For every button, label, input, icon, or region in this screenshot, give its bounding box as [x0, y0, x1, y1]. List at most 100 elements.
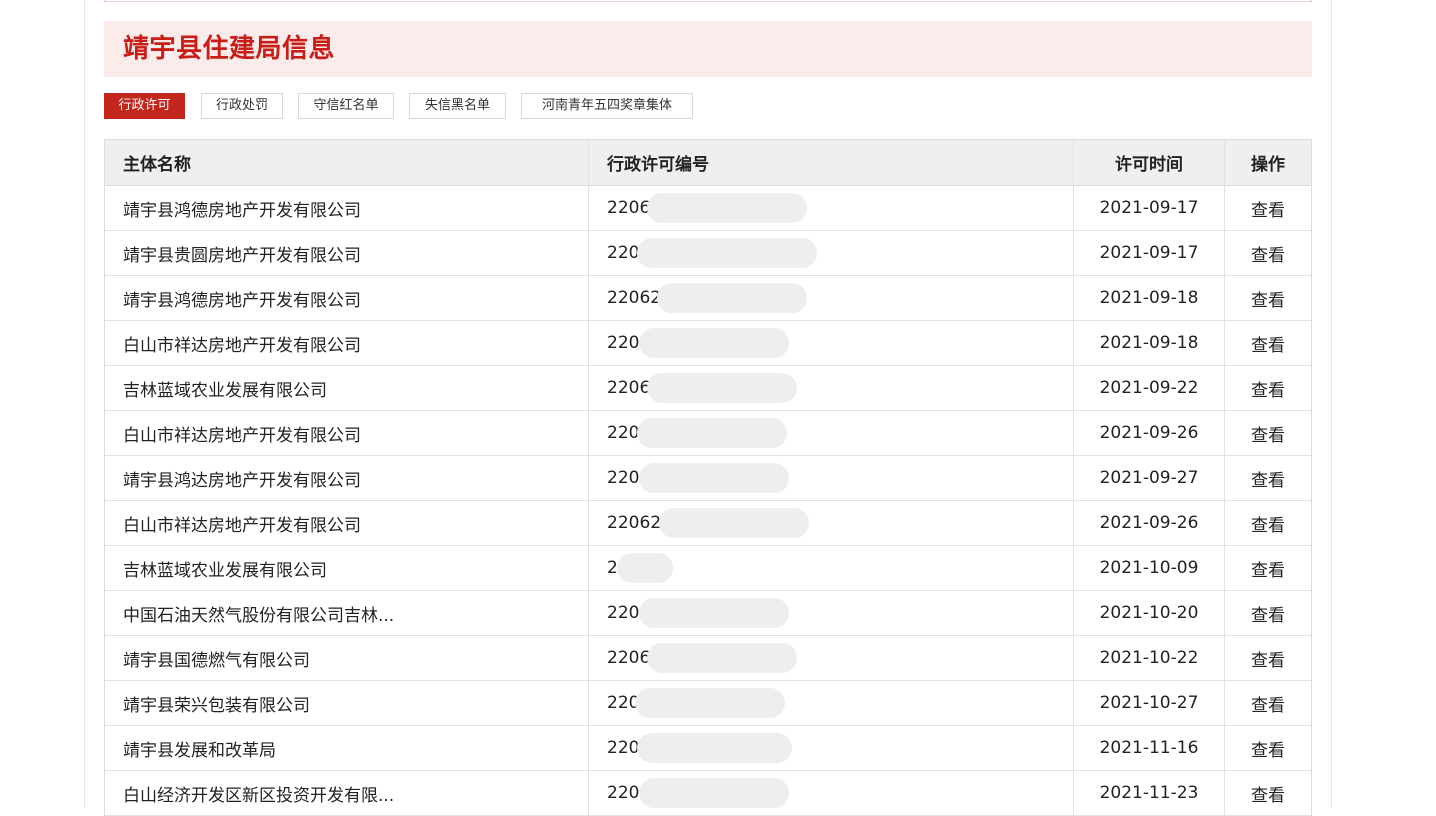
view-link-label[interactable]: 查看 — [1251, 516, 1285, 536]
redaction-blur — [635, 688, 785, 718]
license-date-cell: 2021-09-17 — [1073, 185, 1225, 231]
view-link[interactable]: 查看 — [1224, 410, 1311, 456]
view-link-label[interactable]: 查看 — [1251, 561, 1285, 581]
redaction-blur — [639, 778, 789, 808]
license-date-cell: 2021-10-20 — [1073, 590, 1225, 636]
license-date-cell: 2021-09-26 — [1073, 500, 1225, 546]
license-date-cell: 2021-11-23 — [1073, 770, 1225, 816]
view-link-label[interactable]: 查看 — [1251, 741, 1285, 761]
view-link-label[interactable]: 查看 — [1251, 651, 1285, 671]
entity-name-cell: 吉林蓝域农业发展有限公司 — [105, 365, 589, 411]
redaction-blur — [637, 733, 792, 763]
view-link[interactable]: 查看 — [1224, 725, 1311, 771]
entity-name-cell: 白山市祥达房地产开发有限公司 — [105, 320, 589, 366]
license-number-cell: 2206 — [588, 590, 1074, 636]
table-row: 靖宇县鸿德房地产开发有限公司 22062 2021-09-17 查看 — [105, 185, 1311, 231]
tab-administrative-penalty[interactable]: 行政处罚 — [201, 93, 283, 119]
view-link[interactable]: 查看 — [1224, 185, 1311, 231]
tab-youth-medal-collective[interactable]: 河南青年五四奖章集体 — [521, 93, 693, 119]
header-license-date: 许可时间 — [1073, 140, 1225, 186]
license-date-cell: 2021-09-27 — [1073, 455, 1225, 501]
view-link[interactable]: 查看 — [1224, 680, 1311, 726]
view-link[interactable]: 查看 — [1224, 635, 1311, 681]
tab-black-list[interactable]: 失信黑名单 — [409, 93, 506, 119]
view-link[interactable]: 查看 — [1224, 275, 1311, 321]
entity-name-cell: 靖宇县鸿达房地产开发有限公司 — [105, 455, 589, 501]
table-row: 靖宇县鸿达房地产开发有限公司 22062 2021-09-27 查看 — [105, 455, 1311, 501]
entity-name-cell: 吉林蓝域农业发展有限公司 — [105, 545, 589, 591]
view-link[interactable]: 查看 — [1224, 230, 1311, 276]
entity-name-cell: 靖宇县贵圆房地产开发有限公司 — [105, 230, 589, 276]
entity-name-cell: 中国石油天然气股份有限公司吉林... — [105, 590, 589, 636]
redaction-blur — [647, 373, 797, 403]
view-link-label[interactable]: 查看 — [1251, 786, 1285, 806]
redaction-blur — [647, 193, 807, 223]
view-link-label[interactable]: 查看 — [1251, 606, 1285, 626]
redaction-blur — [639, 328, 789, 358]
table-row: 吉林蓝域农业发展有限公司 22061 2021-09-22 查看 — [105, 365, 1311, 411]
table-row: 中国石油天然气股份有限公司吉林... 2206 2021-10-20 查看 — [105, 590, 1311, 636]
entity-name-cell: 靖宇县国德燃气有限公司 — [105, 635, 589, 681]
entity-name-cell: 白山市祥达房地产开发有限公司 — [105, 410, 589, 456]
table-row: 白山市祥达房地产开发有限公司 22062 2021-09-26 查看 — [105, 500, 1311, 546]
license-date-cell: 2021-09-26 — [1073, 410, 1225, 456]
tab-red-list[interactable]: 守信红名单 — [298, 93, 394, 119]
page-border-right — [1331, 0, 1332, 808]
table-row: 靖宇县贵圆房地产开发有限公司 2206 2021-09-17 查看 — [105, 230, 1311, 276]
entity-name-cell: 白山市祥达房地产开发有限公司 — [105, 500, 589, 546]
license-date-cell: 2021-10-22 — [1073, 635, 1225, 681]
table-row: 吉林蓝域农业发展有限公司2022021-10-09 查看 — [105, 545, 1311, 591]
table-row: 靖宇县鸿德房地产开发有限公司 220622 2021-09-18 查看 — [105, 275, 1311, 321]
license-date-cell: 2021-10-27 — [1073, 680, 1225, 726]
license-date-cell: 2021-10-09 — [1073, 545, 1225, 591]
license-number-cell: 2206 — [588, 230, 1074, 276]
view-link[interactable]: 查看 — [1224, 770, 1311, 816]
license-number-cell: 22061 — [588, 365, 1074, 411]
view-link[interactable]: 查看 — [1224, 545, 1311, 591]
redaction-blur — [659, 508, 809, 538]
license-date-cell: 2021-09-18 — [1073, 320, 1225, 366]
section-title: 靖宇县住建局信息 — [123, 34, 336, 64]
redaction-blur — [657, 283, 807, 313]
redaction-blur — [639, 463, 789, 493]
redaction-blur — [647, 643, 797, 673]
license-date-cell: 2021-09-22 — [1073, 365, 1225, 411]
view-link-label[interactable]: 查看 — [1251, 471, 1285, 491]
table-row: 靖宇县国德燃气有限公司 22062 2021-10-22 查看 — [105, 635, 1311, 681]
license-date-cell: 2021-11-16 — [1073, 725, 1225, 771]
redaction-blur — [637, 418, 787, 448]
table-row: 白山经济开发区新区投资开发有限... 22062 2021-11-23 查看 — [105, 770, 1311, 816]
view-link-label[interactable]: 查看 — [1251, 426, 1285, 446]
view-link-label[interactable]: 查看 — [1251, 201, 1285, 221]
license-number-cell: 22062 — [588, 410, 1074, 456]
entity-name-cell: 靖宇县荣兴包装有限公司 — [105, 680, 589, 726]
license-date-cell: 2021-09-18 — [1073, 275, 1225, 321]
license-number-text: 22062 — [607, 513, 662, 533]
view-link-label[interactable]: 查看 — [1251, 696, 1285, 716]
view-link[interactable]: 查看 — [1224, 590, 1311, 636]
tab-administrative-license[interactable]: 行政许可 — [104, 93, 185, 119]
license-date-cell: 2021-09-17 — [1073, 230, 1225, 276]
entity-name-cell: 白山经济开发区新区投资开发有限... — [105, 770, 589, 816]
redaction-blur — [637, 238, 817, 268]
table-row: 靖宇县发展和改革局 22061 2021-11-16 查看 — [105, 725, 1311, 771]
view-link-label[interactable]: 查看 — [1251, 291, 1285, 311]
header-license-number: 行政许可编号 — [588, 140, 1074, 186]
license-number-cell: 22062 — [588, 770, 1074, 816]
view-link[interactable]: 查看 — [1224, 365, 1311, 411]
table-row: 白山市祥达房地产开发有限公司 22062 2021-09-26 查看 — [105, 410, 1311, 456]
header-operation: 操作 — [1224, 140, 1311, 186]
table-header-row: 主体名称 行政许可编号 许可时间 操作 — [105, 140, 1311, 186]
view-link-label[interactable]: 查看 — [1251, 381, 1285, 401]
header-entity-name: 主体名称 — [105, 140, 589, 186]
view-link[interactable]: 查看 — [1224, 320, 1311, 366]
view-link[interactable]: 查看 — [1224, 455, 1311, 501]
license-number-cell: 22061 — [588, 725, 1074, 771]
license-number-cell: 202 — [588, 545, 1074, 591]
view-link-label[interactable]: 查看 — [1251, 246, 1285, 266]
view-link-label[interactable]: 查看 — [1251, 336, 1285, 356]
table-row: 白山市祥达房地产开发有限公司 22062 2021-09-18 查看 — [105, 320, 1311, 366]
license-number-cell: 22062 — [588, 500, 1074, 546]
entity-name-cell: 靖宇县发展和改革局 — [105, 725, 589, 771]
view-link[interactable]: 查看 — [1224, 500, 1311, 546]
